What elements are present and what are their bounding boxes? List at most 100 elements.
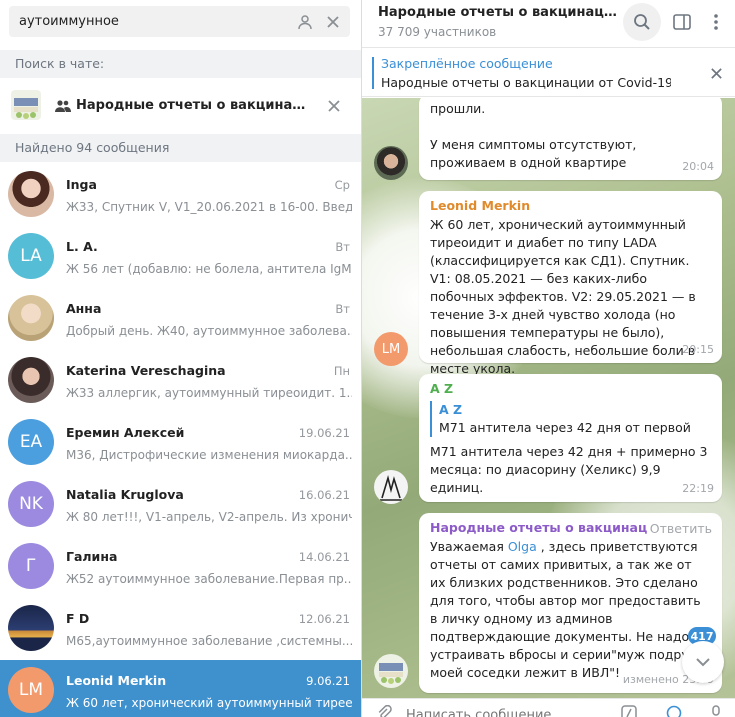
result-date: Пн — [333, 364, 350, 378]
close-pinned-icon[interactable] — [706, 63, 726, 83]
avatar: Г — [8, 543, 54, 589]
result-snippet: Ж 56 лет (добавлю: не болела, антитела I… — [66, 262, 352, 276]
attach-icon[interactable] — [374, 703, 394, 717]
message-text: Ж 60 лет, хронический аутоиммунный тирео… — [430, 217, 700, 376]
result-item[interactable]: Inga Ср Ж33, Спутник V, V1_20.06.2021 в … — [0, 164, 361, 226]
sender-avatar[interactable] — [374, 146, 408, 180]
reply-button[interactable]: Ответить — [650, 520, 712, 538]
mention-link[interactable]: Olga — [508, 539, 537, 554]
chevron-down-icon — [695, 657, 711, 667]
avatar: LM — [8, 667, 54, 713]
result-snippet: Ж52 аутоиммунное заболевание.Первая пр..… — [66, 572, 352, 586]
result-name: Leonid Merkin — [66, 673, 167, 688]
result-date: 12.06.21 — [298, 612, 350, 626]
message-time: 20:15 — [682, 343, 714, 356]
message-text: M71 антитела через 42 дня + примерно 3 м… — [430, 444, 712, 495]
message-composer[interactable] — [362, 698, 735, 717]
avatar — [8, 171, 54, 217]
message-bubble[interactable]: A Z A Z M71 антитела через 42 дня от пер… — [419, 374, 722, 502]
result-date: 14.06.21 — [298, 550, 350, 564]
avatar-initials: LA — [20, 246, 42, 266]
sidebar-toggle-icon[interactable] — [671, 11, 693, 33]
quoted-reply[interactable]: A Z M71 антитела через 42 дня от первой … — [430, 401, 711, 437]
sender-avatar[interactable] — [374, 470, 408, 504]
avatar-initials: EA — [19, 432, 43, 452]
result-snippet: M65,аутоиммунное заболевание ,системны..… — [66, 634, 352, 648]
chat-header[interactable]: Народные отчеты о вакцинации о... 37 709… — [362, 0, 735, 46]
result-name: Галина — [66, 549, 118, 564]
result-item[interactable]: EA Еремин Алексей 19.06.21 M36, Дистрофи… — [0, 412, 361, 474]
avatar-initials: LM — [381, 341, 401, 357]
scroll-down-button[interactable] — [682, 641, 724, 683]
search-input[interactable] — [19, 6, 289, 37]
result-item[interactable]: NK Natalia Kruglova 16.06.21 Ж 80 лет!!!… — [0, 474, 361, 536]
result-name: Katerina Vereschagina — [66, 363, 226, 378]
result-snippet: Ж33 аллергик, аутоиммунный тиреоидит. 1.… — [66, 386, 352, 400]
avatar — [8, 295, 54, 341]
message-text-part: Уважаемая — [430, 539, 508, 554]
result-date: 19.06.21 — [298, 426, 350, 440]
pinned-label: Закреплённое сообщение — [381, 56, 553, 71]
message-text-part: , здесь приветствуются отчеты от самих п… — [430, 539, 704, 680]
message-time: 22:19 — [682, 482, 714, 495]
result-name: Natalia Kruglova — [66, 487, 184, 502]
result-name: Анна — [66, 301, 102, 316]
message-text: Уважаемая Olga , здесь приветствуются от… — [430, 538, 711, 682]
search-chat-filter[interactable]: Народные отчеты о вакцинации ... — [0, 87, 361, 127]
close-chat-filter-icon[interactable] — [324, 96, 344, 116]
pinned-message[interactable]: Закреплённое сообщение Народные отчеты о… — [362, 47, 735, 97]
message-sender[interactable]: A Z — [430, 380, 711, 398]
message-time: 20:04 — [682, 160, 714, 173]
sender-avatar[interactable]: LM — [374, 332, 408, 366]
message-bubble[interactable]: Leonid Merkin Ж 60 лет, хронический ауто… — [419, 191, 722, 376]
result-item[interactable]: LA L. A. Вт Ж 56 лет (добавлю: не болела… — [0, 226, 361, 288]
chat-panel: Народные отчеты о вакцинации о... 37 709… — [362, 0, 735, 717]
avatar: EA — [8, 419, 54, 465]
search-icon[interactable] — [623, 3, 661, 41]
result-name: L. A. — [66, 239, 98, 254]
message-sender[interactable]: Leonid Merkin — [430, 197, 711, 215]
message-bubble[interactable]: Народные отчеты о вакцинац... Ответить У… — [419, 513, 722, 693]
emoji-icon[interactable] — [664, 703, 684, 717]
commands-icon[interactable] — [619, 703, 639, 717]
avatar-initials: LM — [18, 680, 44, 700]
chat-title: Народные отчеты о вакцинации ... — [76, 98, 311, 113]
result-date: 9.06.21 — [306, 674, 350, 688]
result-snippet: Ж 60 лет, хронический аутоиммунный тирее… — [66, 696, 352, 710]
result-item[interactable]: Katerina Vereschagina Пн Ж33 аллергик, а… — [0, 350, 361, 412]
quoted-sender: A Z — [439, 402, 463, 417]
result-item-selected[interactable]: LM Leonid Merkin 9.06.21 Ж 60 лет, хрони… — [0, 660, 361, 717]
result-date: Ср — [334, 178, 350, 192]
user-filter-icon[interactable] — [295, 12, 315, 32]
result-name: Еремин Алексей — [66, 425, 185, 440]
message-input[interactable] — [406, 705, 606, 717]
result-item[interactable]: Анна Вт Добрый день. Ж40, аутоиммунное з… — [0, 288, 361, 350]
result-date: Вт — [335, 240, 350, 254]
message-bubble[interactable]: прошли. У меня симптомы отсутствуют, про… — [419, 98, 722, 180]
message-sender[interactable]: Народные отчеты о вакцинац... — [430, 519, 648, 537]
chat-thumb — [11, 90, 41, 120]
more-options-icon[interactable] — [708, 11, 724, 33]
result-date: 16.06.21 — [298, 488, 350, 502]
section-found: Найдено 94 сообщения — [0, 134, 361, 162]
chat-header-title[interactable]: Народные отчеты о вакцинации о... — [378, 5, 618, 20]
result-snippet: M36, Дистрофические изменения миокарда..… — [66, 448, 352, 462]
message-area[interactable]: прошли. У меня симптомы отсутствуют, про… — [362, 98, 735, 717]
quoted-text: M71 антитела через 42 дня от первой при.… — [439, 420, 691, 435]
microphone-icon[interactable] — [706, 703, 726, 717]
pinned-text: Народные отчеты о вакцинации от Covid-19… — [381, 75, 671, 90]
result-name: F D — [66, 611, 90, 626]
avatar-initials: NK — [19, 494, 43, 514]
result-item[interactable]: Г Галина 14.06.21 Ж52 аутоиммунное забол… — [0, 536, 361, 598]
search-panel: Поиск в чате: Народные отчеты о вакцинац… — [0, 0, 361, 717]
sender-avatar[interactable] — [374, 654, 408, 688]
clear-search-icon[interactable] — [323, 12, 343, 32]
result-date: Вт — [335, 302, 350, 316]
search-box[interactable] — [9, 6, 350, 37]
avatar — [8, 605, 54, 651]
group-icon — [54, 97, 72, 115]
result-name: Inga — [66, 177, 97, 192]
result-snippet: Добрый день. Ж40, аутоиммунное заболева.… — [66, 324, 352, 338]
section-in-chat: Поиск в чате: — [0, 50, 361, 78]
result-item[interactable]: F D 12.06.21 M65,аутоиммунное заболевани… — [0, 598, 361, 660]
